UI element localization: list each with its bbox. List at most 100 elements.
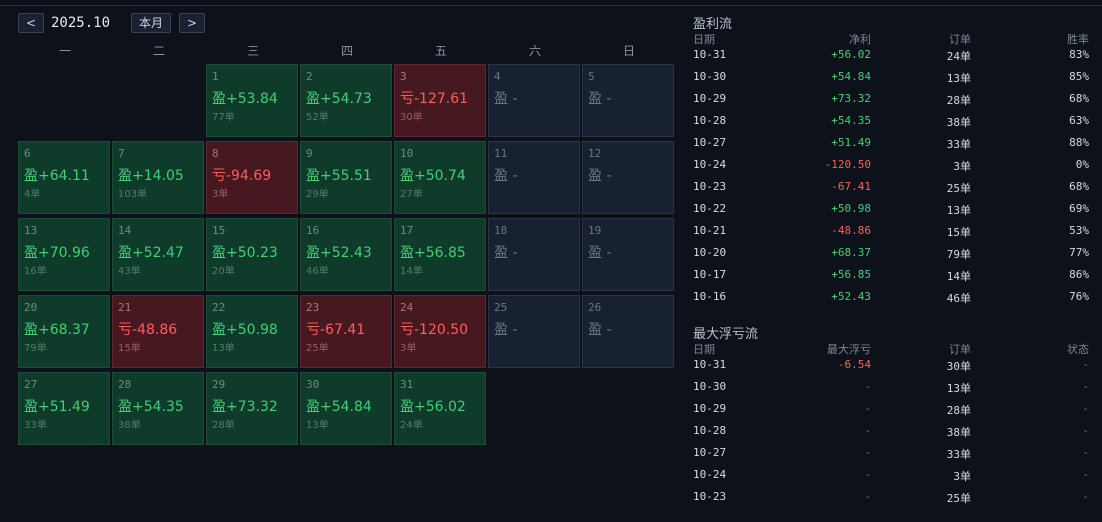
row-orders: 13单	[946, 382, 971, 395]
calendar-day-22[interactable]: 22 盈+50.98 13单	[206, 295, 298, 368]
this-month-button[interactable]: 本月	[131, 13, 171, 33]
drawdown-flow-row: 10-27 - 33单 -	[693, 443, 1091, 465]
day-pnl: 盈+54.73	[306, 91, 372, 107]
calendar-day-5[interactable]: 5 盈 -	[582, 64, 674, 137]
day-pnl: 盈+50.23	[212, 245, 278, 261]
row-date: 10-29	[693, 92, 727, 105]
drawdown-flow-row: 10-31 -6.54 30单 -	[693, 355, 1091, 377]
day-pnl: 盈+52.43	[306, 245, 372, 261]
row-date: 10-22	[693, 202, 727, 215]
row-status: -	[1082, 424, 1089, 437]
next-month-button[interactable]: >	[179, 13, 205, 33]
row-win-rate: 85%	[1069, 70, 1089, 83]
row-win-rate: 0%	[1075, 158, 1089, 171]
day-orders: 3单	[400, 343, 417, 354]
calendar-day-13[interactable]: 13 盈+70.96 16单	[18, 218, 110, 291]
calendar-day-11[interactable]: 11 盈 -	[488, 141, 580, 214]
row-date: 10-28	[693, 114, 727, 127]
calendar-day-31[interactable]: 31 盈+56.02 24单	[394, 372, 486, 445]
calendar-day-27[interactable]: 27 盈+51.49 33单	[18, 372, 110, 445]
profit-flow-row: 10-23 -67.41 25单 68%	[693, 177, 1091, 199]
calendar-day-21[interactable]: 21 亏-48.86 15单	[112, 295, 204, 368]
calendar-day-15[interactable]: 15 盈+50.23 20单	[206, 218, 298, 291]
row-value: +52.43	[831, 290, 871, 303]
row-status: -	[1082, 468, 1089, 481]
row-date: 10-31	[693, 358, 727, 371]
day-number: 4	[494, 70, 501, 83]
calendar-day-17[interactable]: 17 盈+56.85 14单	[394, 218, 486, 291]
row-date: 10-23	[693, 180, 727, 193]
calendar-day-14[interactable]: 14 盈+52.47 43单	[112, 218, 204, 291]
day-number: 11	[494, 147, 508, 160]
day-number: 27	[24, 378, 38, 391]
row-date: 10-28	[693, 424, 727, 437]
calendar-day-25[interactable]: 25 盈 -	[488, 295, 580, 368]
row-win-rate: 77%	[1069, 246, 1089, 259]
calendar-day-24[interactable]: 24 亏-120.50 3单	[394, 295, 486, 368]
day-orders: 79单	[24, 343, 47, 354]
calendar-day-26[interactable]: 26 盈 -	[582, 295, 674, 368]
calendar-day-30[interactable]: 30 盈+54.84 13单	[300, 372, 392, 445]
day-orders: 13单	[212, 343, 235, 354]
day-orders: 103单	[118, 189, 148, 200]
calendar-day-1[interactable]: 1 盈+53.84 77单	[206, 64, 298, 137]
row-orders: 15单	[946, 226, 971, 239]
row-value: +56.02	[831, 48, 871, 61]
calendar-day-3[interactable]: 3 亏-127.61 30单	[394, 64, 486, 137]
day-orders: 30单	[400, 112, 423, 123]
row-orders: 25单	[946, 492, 971, 505]
calendar-day-9[interactable]: 9 盈+55.51 29单	[300, 141, 392, 214]
row-date: 10-16	[693, 290, 727, 303]
row-date: 10-30	[693, 380, 727, 393]
day-pnl: 盈 -	[494, 245, 518, 261]
calendar-day-6[interactable]: 6 盈+64.11 4单	[18, 141, 110, 214]
row-value: -	[864, 446, 871, 459]
calendar-day-4[interactable]: 4 盈 -	[488, 64, 580, 137]
day-number: 21	[118, 301, 132, 314]
calendar-day-12[interactable]: 12 盈 -	[582, 141, 674, 214]
calendar-day-19[interactable]: 19 盈 -	[582, 218, 674, 291]
day-pnl: 盈+50.98	[212, 322, 278, 338]
calendar-day-29[interactable]: 29 盈+73.32 28单	[206, 372, 298, 445]
day-number: 20	[24, 301, 38, 314]
row-date: 10-23	[693, 490, 727, 503]
row-orders: 79单	[946, 248, 971, 261]
day-number: 9	[306, 147, 313, 160]
day-number: 7	[118, 147, 125, 160]
day-orders: 46单	[306, 266, 329, 277]
calendar-day-8[interactable]: 8 亏-94.69 3单	[206, 141, 298, 214]
row-value: +73.32	[831, 92, 871, 105]
calendar-day-20[interactable]: 20 盈+68.37 79单	[18, 295, 110, 368]
day-orders: 25单	[306, 343, 329, 354]
weekday-sun: 日	[622, 44, 635, 58]
day-number: 3	[400, 70, 407, 83]
profit-flow-row: 10-30 +54.84 13单 85%	[693, 67, 1091, 89]
row-win-rate: 88%	[1069, 136, 1089, 149]
row-status: -	[1082, 490, 1089, 503]
calendar-day-10[interactable]: 10 盈+50.74 27单	[394, 141, 486, 214]
drawdown-flow-rows: 10-31 -6.54 30单 - 10-30 - 13单 - 10-29 - 28单 - 10-28 -…	[693, 355, 1091, 509]
day-orders: 29单	[306, 189, 329, 200]
row-orders: 13单	[946, 204, 971, 217]
calendar-day-28[interactable]: 28 盈+54.35 38单	[112, 372, 204, 445]
day-orders: 4单	[24, 189, 41, 200]
day-pnl: 盈+50.74	[400, 168, 466, 184]
day-pnl: 亏-67.41	[306, 322, 366, 338]
row-orders: 28单	[946, 404, 971, 417]
calendar-day-7[interactable]: 7 盈+14.05 103单	[112, 141, 204, 214]
row-value: -	[864, 402, 871, 415]
row-value: +51.49	[831, 136, 871, 149]
calendar-day-16[interactable]: 16 盈+52.43 46单	[300, 218, 392, 291]
day-number: 8	[212, 147, 219, 160]
calendar-day-2[interactable]: 2 盈+54.73 52单	[300, 64, 392, 137]
row-date: 10-21	[693, 224, 727, 237]
prev-month-button[interactable]: <	[18, 13, 44, 33]
profit-flow-title: 盈利流	[693, 17, 733, 32]
drawdown-flow-row: 10-23 - 25单 -	[693, 487, 1091, 509]
calendar-day-18[interactable]: 18 盈 -	[488, 218, 580, 291]
day-pnl: 盈+70.96	[24, 245, 90, 261]
row-orders: 33单	[946, 448, 971, 461]
calendar-day-23[interactable]: 23 亏-67.41 25单	[300, 295, 392, 368]
day-orders: 33单	[24, 420, 47, 431]
day-pnl: 盈 -	[588, 245, 612, 261]
